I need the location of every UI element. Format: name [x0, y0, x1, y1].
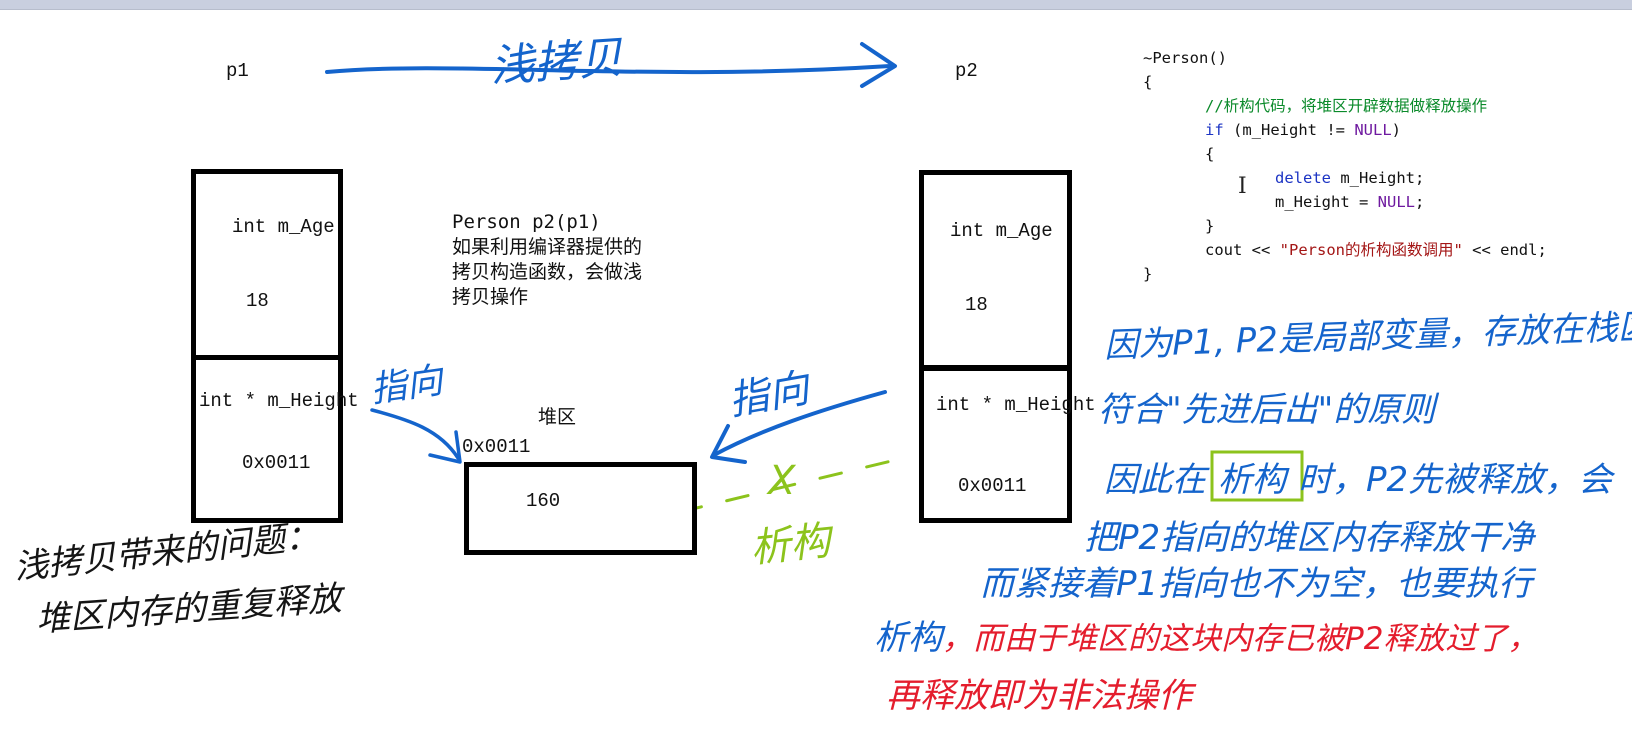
code-line-cout: cout << "Person的析构函数调用" << endl;: [1143, 238, 1547, 262]
explain-line-4: 把P2指向的堆区内存释放干净: [1084, 518, 1535, 558]
destruct-x-mark: X: [768, 458, 796, 504]
p1-height-cell: [191, 355, 343, 523]
destruct-dashed-line: [678, 454, 914, 514]
heap-address: 0x0011: [462, 436, 531, 458]
code-string: "Person的析构函数调用": [1279, 241, 1463, 259]
code-line-open-brace: {: [1143, 73, 1153, 91]
heap-title: 堆区: [538, 406, 577, 428]
note-line: 拷贝构造函数，会做浅: [452, 261, 643, 283]
code-null: NULL: [1354, 121, 1392, 139]
explain-line-5: 而紧接着P1指向也不为空，也要执行: [980, 564, 1533, 604]
explain-line-3-b: 时，P2先被释放，会: [1298, 460, 1613, 500]
note-line: Person p2(p1): [452, 211, 601, 233]
pointer-arrowhead-left: [428, 430, 462, 464]
code-cout: cout <<: [1205, 241, 1280, 259]
p1-age-value: 18: [246, 290, 269, 312]
p2-age-cell: [919, 170, 1072, 370]
explain-line-6: 析构，而由于堆区的这块内存已被P2释放过了，: [874, 610, 1538, 659]
explain-destruct-boxed: 析构: [1218, 460, 1286, 500]
code-endl: << endl;: [1462, 241, 1547, 259]
p1-height-value: 0x0011: [242, 452, 311, 474]
p2-age-field: int m_Age: [950, 220, 1053, 242]
destruct-handwriting: 析构: [748, 517, 833, 573]
p2-age-value: 18: [965, 294, 988, 316]
code-if-close: ): [1391, 121, 1401, 139]
code-delete-keyword: delete: [1275, 169, 1331, 187]
code-if-keyword: if: [1205, 121, 1224, 139]
p2-height-field: int * m_Height: [936, 394, 1096, 416]
note-line: 如果利用编译器提供的: [452, 236, 643, 258]
code-line-comment: //析构代码，将堆区开辟数据做释放操作: [1143, 94, 1547, 118]
explain-line-3: 因此在 析构 时，P2先被释放，会: [1104, 452, 1612, 501]
p1-height-field: int * m_Height: [199, 390, 359, 412]
p2-label: p2: [955, 60, 978, 82]
p2-height-cell: [919, 366, 1072, 523]
code-line-assign: m_Height = NULL;: [1143, 190, 1547, 214]
code-line-delete: delete m_Height;: [1143, 166, 1547, 190]
code-null-assign: NULL: [1377, 193, 1415, 211]
pointer-arrow-left: [370, 408, 460, 460]
points-to-left-handwriting: 指向: [367, 360, 446, 411]
code-comment: //析构代码，将堆区开辟数据做释放操作: [1205, 97, 1488, 115]
code-line-signature: ~Person(): [1143, 49, 1227, 67]
code-assign-lhs: m_Height =: [1275, 193, 1378, 211]
code-line-close-brace: }: [1143, 265, 1153, 283]
p1-age-cell: [191, 169, 343, 360]
code-assign-end: ;: [1414, 193, 1425, 211]
explain-line-3-a: 因此在: [1104, 460, 1206, 500]
explain-line-6-red: ，而由于堆区的这块内存已被P2释放过了，: [942, 621, 1539, 657]
explain-line-2: 符合"先进后出"的原则: [1098, 390, 1436, 430]
explain-line-7: 再释放即为非法操作: [886, 676, 1192, 716]
heap-value: 160: [526, 490, 561, 512]
p1-age-field: int m_Age: [232, 216, 335, 238]
text-cursor-icon: Ι: [1238, 174, 1247, 199]
p2-height-value: 0x0011: [958, 475, 1027, 497]
code-delete-target: m_Height;: [1331, 169, 1425, 187]
code-if-condition: (m_Height !=: [1223, 121, 1355, 139]
shallow-copy-handwriting: 浅拷贝: [488, 32, 624, 93]
code-line-if: if (m_Height != NULL): [1143, 118, 1547, 142]
code-line-if-open: {: [1205, 145, 1215, 163]
explain-line-6-blue: 析构: [874, 618, 942, 658]
p1-label: p1: [226, 60, 249, 82]
copy-constructor-note: Person p2(p1) 如果利用编译器提供的 拷贝构造函数，会做浅 拷贝操作: [452, 210, 712, 310]
note-line: 拷贝操作: [452, 286, 529, 308]
heap-cell: [464, 462, 697, 555]
destructor-code: ~Person() { //析构代码，将堆区开辟数据做释放操作 if (m_He…: [1143, 46, 1547, 286]
code-line-if-close: }: [1205, 217, 1215, 235]
